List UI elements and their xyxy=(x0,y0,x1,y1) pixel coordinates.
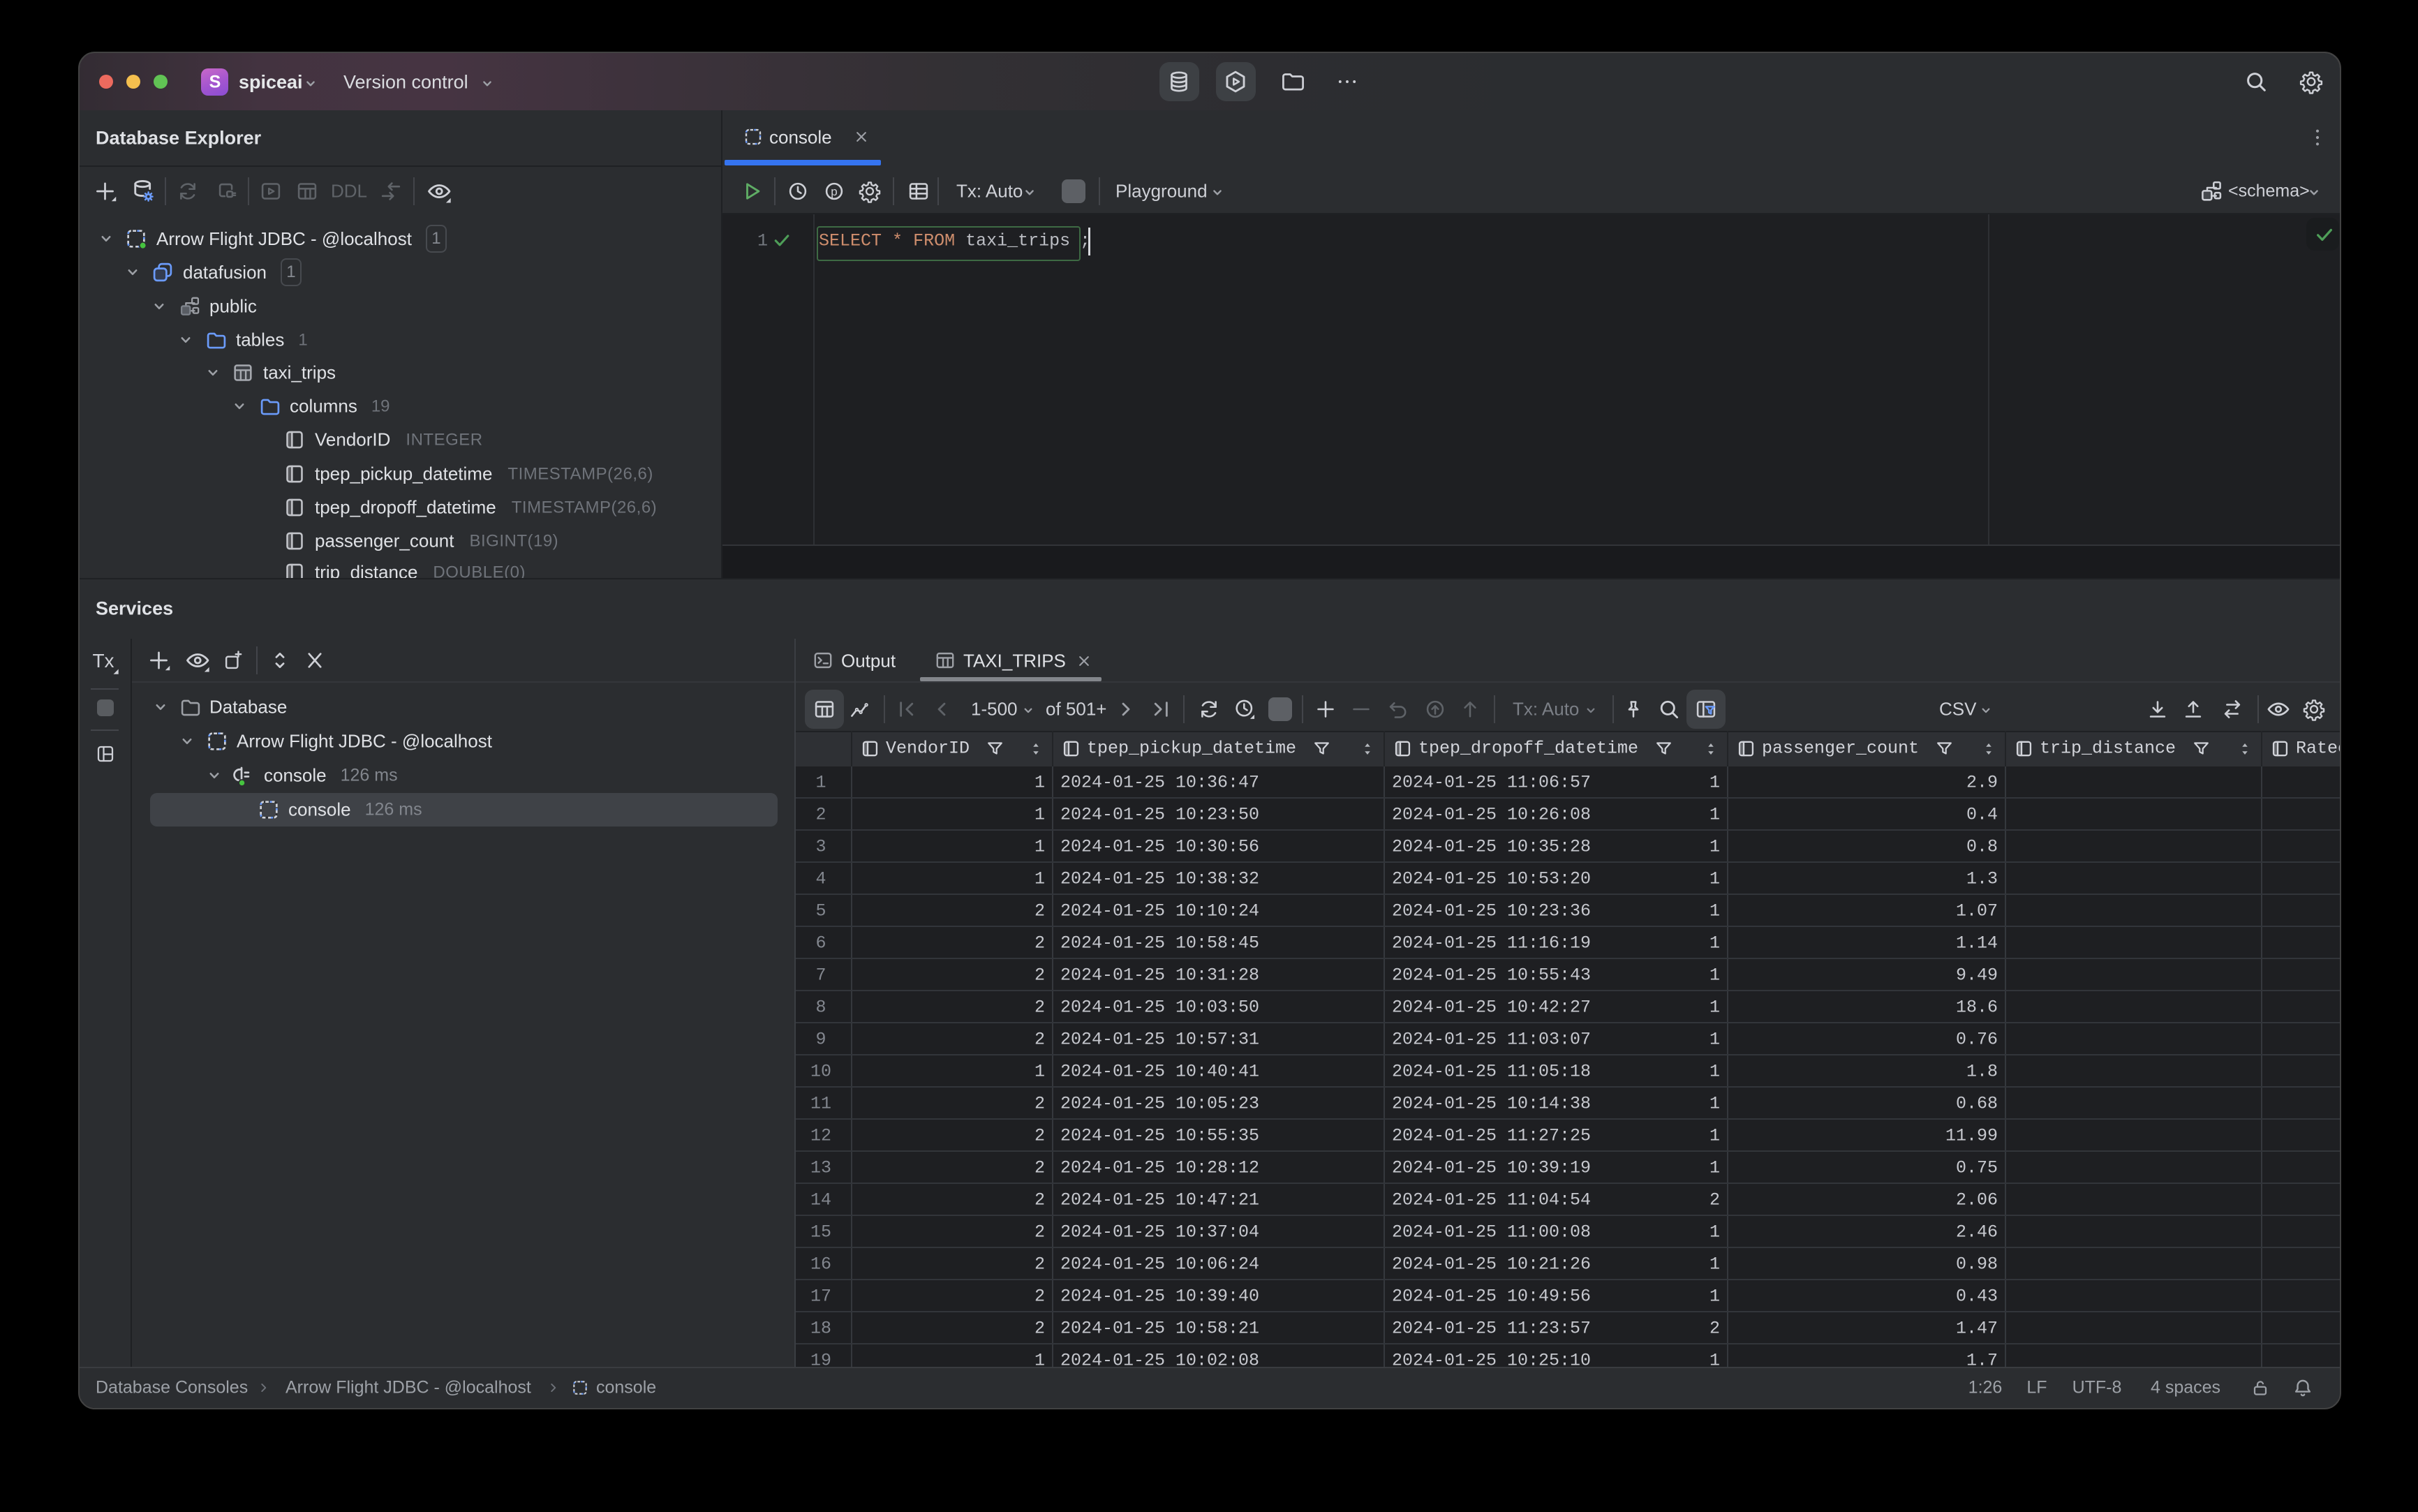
svg-text:p: p xyxy=(831,185,837,198)
